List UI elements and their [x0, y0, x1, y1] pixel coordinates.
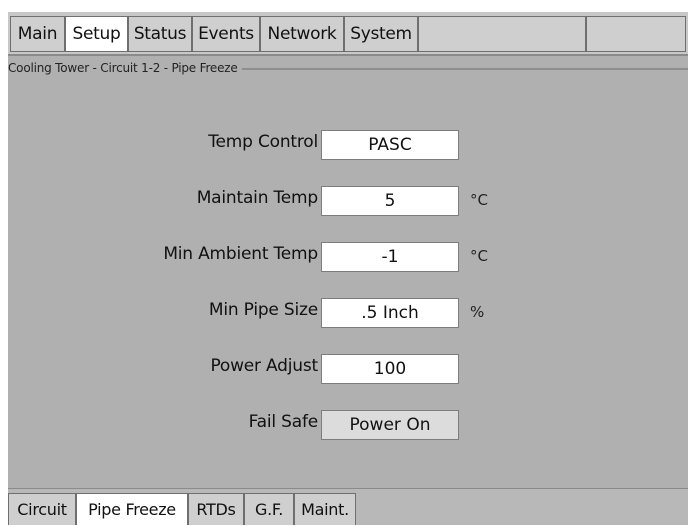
tab-empty-1: [418, 16, 586, 52]
tab-pipe-freeze[interactable]: Pipe Freeze: [76, 493, 188, 525]
tab-empty-2: [586, 16, 686, 52]
power-adjust-label: Power Adjust: [210, 356, 318, 376]
tab-circuit[interactable]: Circuit: [8, 493, 76, 525]
min-ambient-temp-label: Min Ambient Temp: [163, 244, 318, 264]
pipe-freeze-settings-group: Cooling Tower - Circuit 1-2 - Pipe Freez…: [8, 61, 688, 490]
tab-setup[interactable]: Setup: [65, 16, 128, 52]
tab-network[interactable]: Network: [260, 16, 344, 52]
tab-maint[interactable]: Maint.: [294, 493, 356, 525]
bottom-tab-bar: Circuit Pipe Freeze RTDs G.F. Maint.: [8, 488, 688, 525]
temp-control-field[interactable]: PASC: [321, 130, 459, 160]
maintain-temp-unit: °C: [470, 191, 488, 209]
min-pipe-size-label: Min Pipe Size: [208, 300, 318, 320]
min-ambient-temp-unit: °C: [470, 247, 488, 265]
maintain-temp-field[interactable]: 5: [321, 186, 459, 216]
group-title: Cooling Tower - Circuit 1-2 - Pipe Freez…: [8, 61, 242, 75]
tab-events[interactable]: Events: [192, 16, 260, 52]
min-ambient-temp-field[interactable]: -1: [321, 242, 459, 272]
tab-main[interactable]: Main: [10, 16, 65, 52]
fail-safe-field[interactable]: Power On: [321, 410, 459, 440]
temp-control-label: Temp Control: [208, 132, 318, 152]
tab-gf[interactable]: G.F.: [244, 493, 294, 525]
top-tab-bar: Main Setup Status Events Network System: [8, 12, 688, 56]
tab-rtds[interactable]: RTDs: [188, 493, 244, 525]
controller-screen: Main Setup Status Events Network System …: [8, 12, 688, 525]
fail-safe-label: Fail Safe: [248, 412, 319, 432]
min-pipe-size-field[interactable]: .5 Inch: [321, 298, 459, 328]
maintain-temp-label: Maintain Temp: [196, 188, 318, 208]
min-pipe-size-unit: %: [470, 303, 485, 321]
tab-status[interactable]: Status: [128, 16, 192, 52]
power-adjust-field[interactable]: 100: [321, 354, 459, 384]
tab-system[interactable]: System: [344, 16, 418, 52]
